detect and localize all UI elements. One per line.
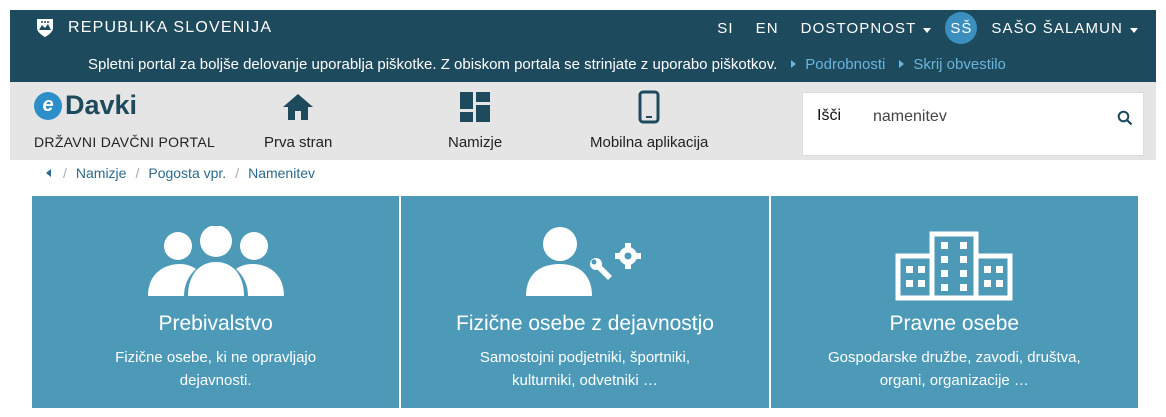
chevron-down-icon bbox=[923, 27, 932, 33]
cookie-details-link[interactable]: Podrobnosti bbox=[791, 56, 885, 73]
chevron-down-icon bbox=[1130, 27, 1138, 33]
site-header: e Davki DRŽAVNI DAVČNI PORTAL Prva stran… bbox=[10, 82, 1156, 160]
cookie-hide-link[interactable]: Skrij obvestilo bbox=[899, 56, 1006, 73]
building-icon bbox=[889, 196, 1019, 302]
tile-description: Gospodarske družbe, zavodi, društva, org… bbox=[827, 349, 1081, 389]
top-bar: REPUBLIKA SLOVENIJA SI EN DOSTOPNOST SŠ … bbox=[10, 10, 1156, 46]
cookie-hide-label: Skrij obvestilo bbox=[913, 55, 1006, 73]
breadcrumb-separator: / bbox=[235, 165, 240, 181]
lang-si-link[interactable]: SI bbox=[717, 20, 733, 37]
search-label: Išči bbox=[817, 107, 841, 124]
portal-name: DRŽAVNI DAVČNI PORTAL bbox=[34, 134, 216, 150]
tile-fizicne-osebe[interactable]: Fizične osebe z dejavnostjo Samostojni p… bbox=[399, 196, 769, 408]
logo-badge: e bbox=[34, 91, 62, 120]
breadcrumb: / Namizje / Pogosta vpr. / Namenitev bbox=[10, 160, 1156, 186]
tile-prebivalstvo[interactable]: Prebivalstvo Fizične osebe, ki ne opravl… bbox=[32, 196, 400, 408]
nav-dashboard[interactable]: Namizje bbox=[448, 90, 502, 151]
home-icon bbox=[281, 90, 315, 124]
logo-word: Davki bbox=[65, 90, 138, 120]
davki-logo[interactable]: e Davki bbox=[34, 90, 137, 121]
tile-description: Samostojni podjetniki, športniki, kultur… bbox=[479, 349, 691, 389]
nav-mobile-app[interactable]: Mobilna aplikacija bbox=[590, 90, 708, 151]
triangle-right-icon bbox=[899, 60, 905, 68]
tile-pravne-osebe[interactable]: Pravne osebe Gospodarske družbe, zavodi,… bbox=[768, 196, 1138, 408]
breadcrumb-item[interactable]: Namizje bbox=[76, 165, 127, 181]
search-box: Išči bbox=[802, 92, 1144, 156]
breadcrumb-separator: / bbox=[135, 165, 140, 181]
brand-link[interactable]: REPUBLIKA SLOVENIJA bbox=[36, 18, 272, 38]
mobile-icon bbox=[638, 90, 660, 124]
nav-mobile-label: Mobilna aplikacija bbox=[590, 134, 709, 151]
user-menu[interactable]: SAŠO ŠALAMUN bbox=[991, 20, 1138, 37]
accessibility-menu[interactable]: DOSTOPNOST bbox=[801, 20, 932, 37]
cookie-text: Spletni portal za boljše delovanje upora… bbox=[88, 55, 778, 73]
tile-title: Pravne osebe bbox=[889, 312, 1020, 335]
back-arrow-icon[interactable] bbox=[46, 169, 51, 177]
nav-home[interactable]: Prva stran bbox=[264, 90, 332, 151]
cookie-details-label: Podrobnosti bbox=[805, 55, 886, 73]
cookie-notice: Spletni portal za boljše delovanje upora… bbox=[10, 46, 1156, 82]
nav-dashboard-label: Namizje bbox=[448, 134, 503, 151]
breadcrumb-item[interactable]: Namenitev bbox=[248, 165, 315, 181]
lang-en-link[interactable]: EN bbox=[756, 20, 779, 37]
user-name: SAŠO ŠALAMUN bbox=[991, 19, 1123, 37]
person-tools-icon bbox=[520, 196, 650, 302]
breadcrumb-separator: / bbox=[63, 165, 67, 181]
search-icon[interactable] bbox=[1117, 110, 1133, 131]
people-icon bbox=[136, 196, 296, 302]
search-input[interactable] bbox=[873, 105, 1103, 129]
avatar[interactable]: SŠ bbox=[945, 12, 978, 44]
category-tiles: Prebivalstvo Fizične osebe, ki ne opravl… bbox=[32, 196, 1138, 408]
coat-of-arms-icon bbox=[37, 19, 53, 37]
accessibility-label: DOSTOPNOST bbox=[800, 19, 917, 37]
breadcrumb-item[interactable]: Pogosta vpr. bbox=[148, 165, 226, 181]
nav-home-label: Prva stran bbox=[264, 134, 333, 151]
tile-title: Fizične osebe z dejavnostjo bbox=[456, 312, 714, 335]
tile-title: Prebivalstvo bbox=[158, 312, 273, 335]
tile-description: Fizične osebe, ki ne opravljajo dejavnos… bbox=[115, 349, 317, 389]
triangle-right-icon bbox=[791, 60, 797, 68]
dashboard-icon bbox=[459, 90, 491, 124]
brand-title: REPUBLIKA SLOVENIJA bbox=[68, 19, 273, 36]
